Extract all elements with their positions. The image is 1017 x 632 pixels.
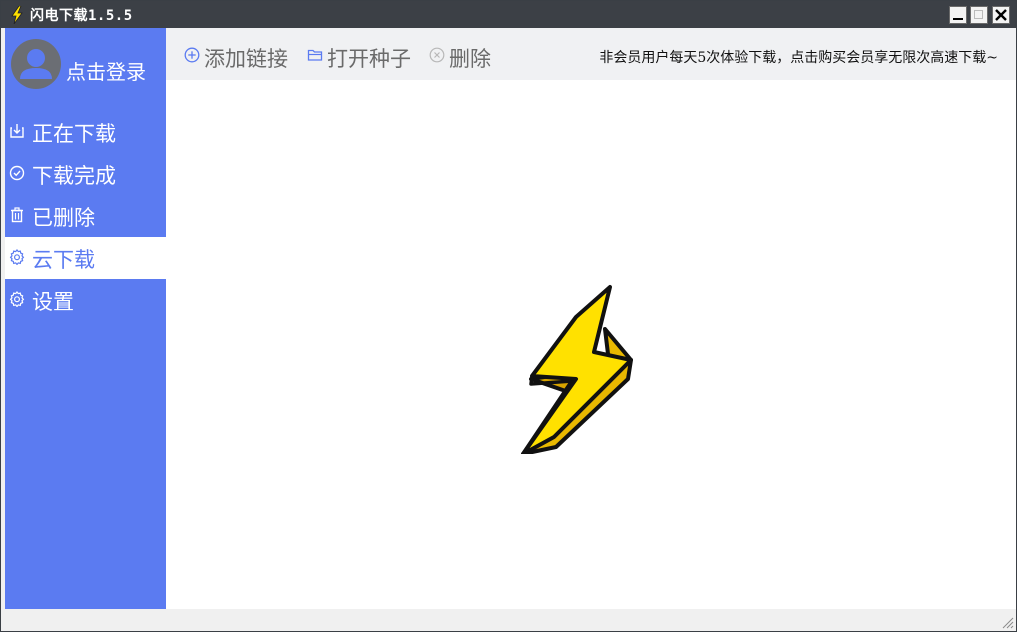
minimize-button[interactable] <box>949 6 967 24</box>
lightning-logo-icon <box>521 285 633 454</box>
sidebar-item-label: 设置 <box>32 290 74 314</box>
check-circle-icon <box>9 165 25 181</box>
sidebar-item-label: 已删除 <box>32 206 95 230</box>
login-link[interactable]: 点击登录 <box>66 56 146 85</box>
sidebar-item-downloading[interactable]: 正在下载 <box>5 111 166 153</box>
close-button[interactable] <box>992 6 1010 24</box>
open-torrent-button[interactable]: 打开种子 <box>307 43 419 71</box>
sidebar-item-settings[interactable]: 设置 <box>5 279 166 321</box>
membership-promo-link[interactable]: 非会员用户每天5次体验下载，点击购买会员享无限次高速下载~ <box>599 47 998 67</box>
add-link-label: 添加链接 <box>204 47 288 71</box>
delete-label: 删除 <box>449 47 491 71</box>
toolbar: 添加链接 打开种子 删除 非会员用户每天5次体验下载，点击购买会员享无限次高速下… <box>166 28 1016 80</box>
close-circle-icon <box>429 47 445 63</box>
trash-icon <box>11 207 23 223</box>
download-icon <box>10 124 24 138</box>
add-link-button[interactable]: 添加链接 <box>184 43 296 71</box>
avatar[interactable] <box>11 39 61 89</box>
lightning-icon <box>11 6 23 24</box>
plus-circle-icon <box>184 47 200 63</box>
sidebar: 点击登录 正在下载 下载完成 已删除 云下载 设置 <box>5 28 166 609</box>
folder-icon <box>307 49 323 61</box>
sidebar-item-label: 正在下载 <box>32 122 116 146</box>
user-icon <box>20 49 52 79</box>
sidebar-item-deleted[interactable]: 已删除 <box>5 195 166 237</box>
open-torrent-label: 打开种子 <box>327 47 411 71</box>
sidebar-item-label: 云下载 <box>32 248 95 272</box>
sidebar-item-completed[interactable]: 下载完成 <box>5 153 166 195</box>
download-list-area <box>166 80 1016 609</box>
maximize-button[interactable] <box>970 6 988 24</box>
title-bar[interactable]: 闪电下载1.5.5 <box>1 1 1016 28</box>
sidebar-item-label: 下载完成 <box>32 164 116 188</box>
window-title: 闪电下载1.5.5 <box>30 8 133 24</box>
sidebar-item-cloud-download[interactable]: 云下载 <box>5 237 166 279</box>
gear-icon <box>9 249 25 265</box>
delete-button[interactable]: 删除 <box>429 43 499 71</box>
resize-grip-icon[interactable] <box>1000 615 1014 629</box>
gear-icon <box>9 291 25 307</box>
status-bar <box>1 609 1016 631</box>
app-window: 闪电下载1.5.5 点击登录 正在下载 下载完成 已删除 云下载 设置 添加链接… <box>0 0 1017 632</box>
close-icon <box>995 9 1007 21</box>
